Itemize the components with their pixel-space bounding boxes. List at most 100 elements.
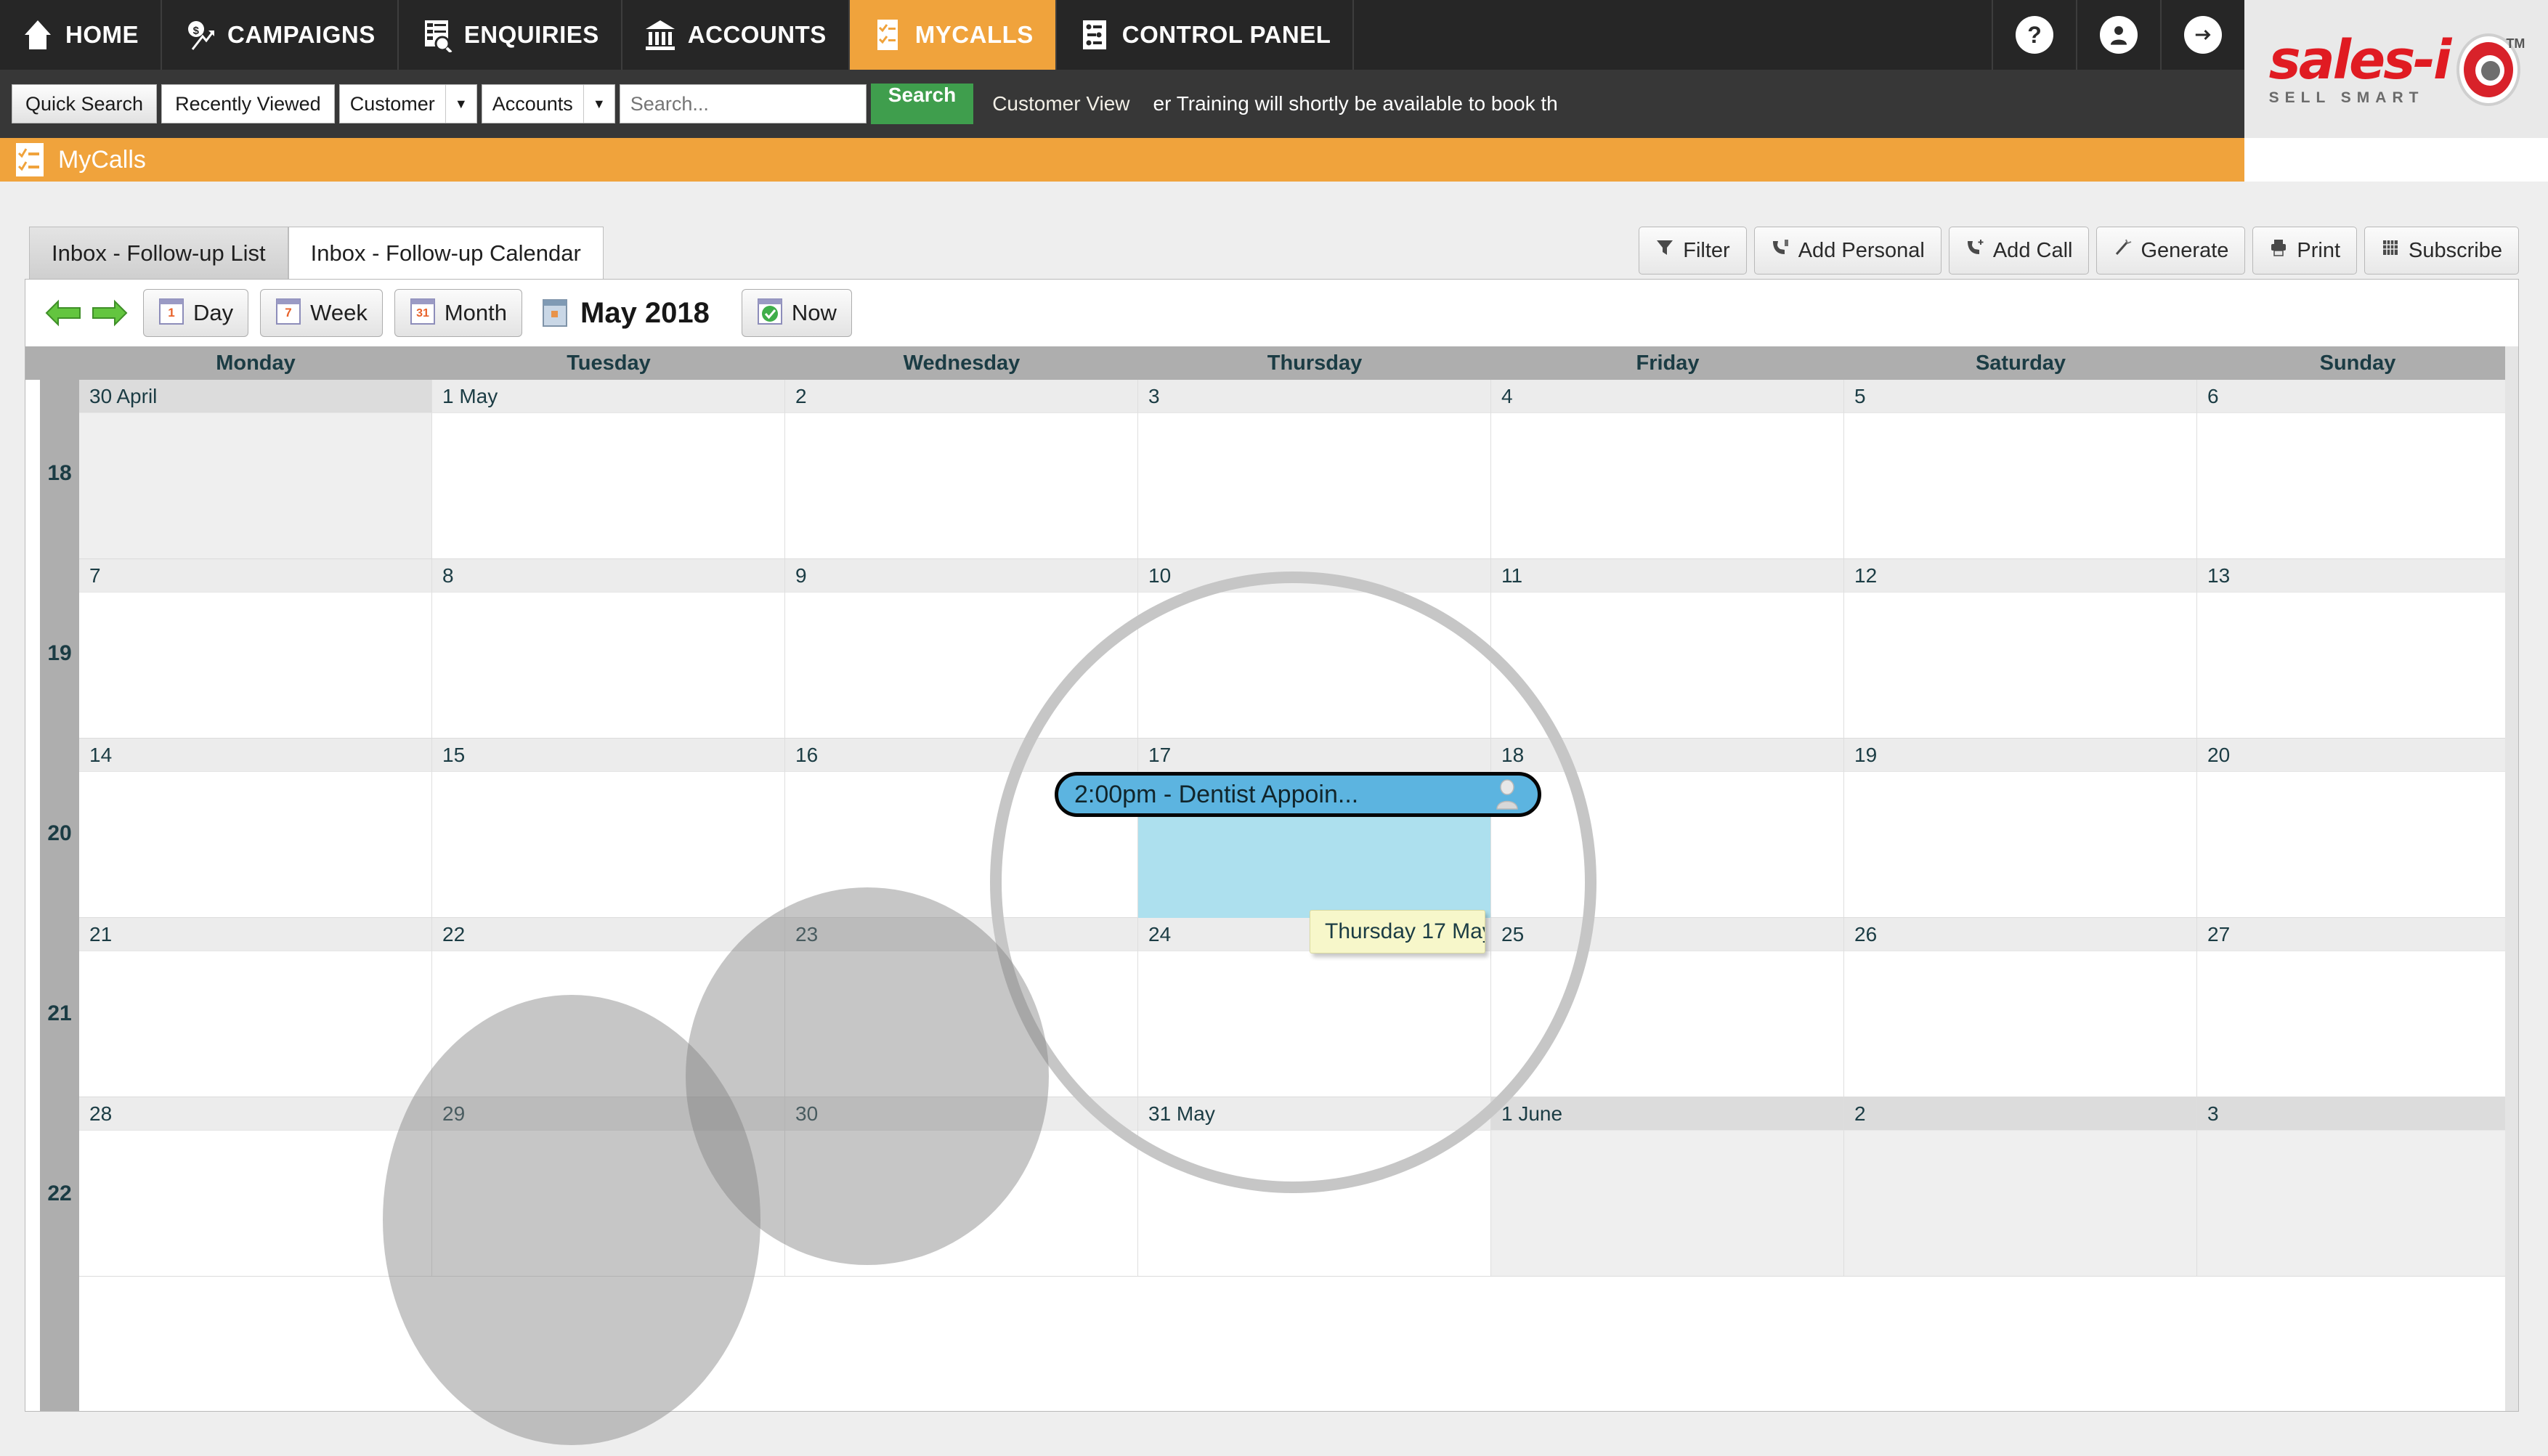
calendar-toolbar: Filter Add Personal Add Call Generate Pr… bbox=[1639, 227, 2519, 274]
date-label: 29 bbox=[432, 1097, 785, 1131]
view-day-label: Day bbox=[193, 300, 234, 325]
date-label: 12 bbox=[1844, 559, 2197, 593]
date-label: 31 May bbox=[1138, 1097, 1491, 1131]
tab-bar: Inbox - Follow-up List Inbox - Follow-up… bbox=[29, 227, 604, 279]
add-call-icon bbox=[1965, 238, 1984, 263]
nav-item-home[interactable]: HOME bbox=[0, 0, 162, 70]
next-period-button[interactable] bbox=[86, 290, 131, 335]
user-account-icon bbox=[2100, 16, 2138, 54]
search-button[interactable]: Search bbox=[870, 84, 974, 124]
weekday-header-monday: Monday bbox=[216, 351, 296, 375]
mycalls-checklist-icon bbox=[16, 143, 44, 176]
date-label: 21 bbox=[79, 918, 432, 951]
logout-button[interactable] bbox=[2160, 0, 2244, 70]
calendar-panel: 1 Day 7 Week 31 Month May 2018 Now Monda… bbox=[25, 279, 2519, 1412]
date-label: 16 bbox=[785, 739, 1138, 772]
date-label: 30 bbox=[785, 1097, 1138, 1131]
enquiries-icon bbox=[421, 17, 453, 54]
print-button[interactable]: Print bbox=[2252, 227, 2358, 274]
brand-logo-panel: sales-i SELL SMART TM bbox=[2244, 0, 2548, 138]
date-label: 30 April bbox=[79, 380, 432, 413]
week-number-20: 20 bbox=[47, 821, 72, 845]
filter-label: Filter bbox=[1683, 238, 1730, 262]
generate-button[interactable]: Generate bbox=[2096, 227, 2246, 274]
calendar-week-icon: 7 bbox=[275, 295, 301, 331]
svg-text:31: 31 bbox=[416, 307, 429, 320]
tab-followup-calendar[interactable]: Inbox - Follow-up Calendar bbox=[288, 227, 604, 279]
module-title: MyCalls bbox=[58, 145, 146, 174]
customer-type-select[interactable]: Customer ▼ bbox=[338, 84, 477, 123]
period-label: May 2018 bbox=[580, 296, 710, 329]
accounts-scope-select[interactable]: Accounts ▼ bbox=[481, 84, 615, 123]
accounts-scope-value: Accounts bbox=[492, 92, 573, 115]
user-account-button[interactable] bbox=[2076, 0, 2160, 70]
nav-label-mycalls: MYCALLS bbox=[914, 21, 1034, 48]
prev-period-button[interactable] bbox=[41, 290, 86, 335]
mycalls-icon bbox=[872, 17, 904, 52]
date-label: 17 bbox=[1138, 739, 1491, 772]
date-label: 23 bbox=[785, 918, 1138, 951]
home-icon bbox=[22, 17, 54, 52]
logo-wordmark-block: sales-i SELL SMART bbox=[2268, 28, 2452, 106]
nav-label-accounts: ACCOUNTS bbox=[687, 21, 827, 48]
filter-button[interactable]: Filter bbox=[1639, 227, 1747, 274]
accounts-icon bbox=[644, 17, 676, 52]
subscribe-label: Subscribe bbox=[2409, 238, 2502, 262]
top-right-actions: ? bbox=[1992, 0, 2244, 70]
chevron-down-icon: ▼ bbox=[445, 85, 476, 123]
generate-label: Generate bbox=[2141, 238, 2229, 262]
weekday-header-friday: Friday bbox=[1636, 351, 1700, 375]
vertical-scrollbar[interactable] bbox=[2505, 346, 2518, 1411]
event-date-tooltip: Thursday 17 May 201 bbox=[1310, 910, 1485, 953]
week-number-22: 22 bbox=[47, 1182, 72, 1205]
date-label: 3 bbox=[1138, 380, 1491, 413]
view-week-button[interactable]: 7 Week bbox=[260, 289, 383, 337]
customer-view-link[interactable]: Customer View bbox=[992, 92, 1129, 115]
quick-search-button[interactable]: Quick Search bbox=[12, 84, 158, 123]
nav-item-accounts[interactable]: ACCOUNTS bbox=[622, 0, 850, 70]
svg-text:1: 1 bbox=[168, 306, 174, 320]
date-label: 20 bbox=[2197, 739, 2518, 772]
page-content: Inbox - Follow-up List Inbox - Follow-up… bbox=[0, 182, 2548, 1456]
calendar-event-dentist-appointment[interactable]: 2:00pm - Dentist Appoin... bbox=[1055, 772, 1541, 817]
announcement-marquee: er Training will shortly be available to… bbox=[1153, 92, 1558, 115]
search-input[interactable] bbox=[619, 84, 867, 123]
period-calendar-icon bbox=[543, 299, 567, 327]
date-label: 6 bbox=[2197, 380, 2518, 413]
nav-item-enquiries[interactable]: ENQUIRIES bbox=[399, 0, 622, 70]
logo-wordmark: sales-i bbox=[2268, 28, 2452, 91]
date-label: 19 bbox=[1844, 739, 2197, 772]
date-label: 9 bbox=[785, 559, 1138, 593]
module-title-bar: MyCalls bbox=[0, 138, 2244, 182]
add-call-button[interactable]: Add Call bbox=[1948, 227, 2090, 274]
add-personal-button[interactable]: Add Personal bbox=[1753, 227, 1942, 274]
quick-search-bar: Quick Search Recently Viewed Customer ▼ … bbox=[0, 70, 2244, 138]
chevron-down-icon: ▼ bbox=[583, 85, 614, 123]
date-label: 25 bbox=[1491, 918, 1844, 951]
view-month-button[interactable]: 31 Month bbox=[394, 289, 522, 337]
date-label: 10 bbox=[1138, 559, 1491, 593]
date-label: 15 bbox=[432, 739, 785, 772]
date-label: 13 bbox=[2197, 559, 2518, 593]
now-label: Now bbox=[791, 300, 837, 325]
view-day-button[interactable]: 1 Day bbox=[143, 289, 249, 337]
nav-label-campaigns: CAMPAIGNS bbox=[227, 21, 376, 48]
nav-item-campaigns[interactable]: $ CAMPAIGNS bbox=[162, 0, 399, 70]
control-panel-icon bbox=[1079, 17, 1111, 52]
nav-item-control-panel[interactable]: CONTROL PANEL bbox=[1057, 0, 1355, 70]
svg-text:$: $ bbox=[193, 25, 200, 37]
nav-item-mycalls[interactable]: MYCALLS bbox=[849, 0, 1057, 70]
logo-tagline: SELL SMART bbox=[2268, 89, 2425, 106]
calendar-control-bar: 1 Day 7 Week 31 Month May 2018 Now bbox=[25, 280, 2518, 346]
now-button[interactable]: Now bbox=[741, 289, 852, 337]
help-icon: ? bbox=[2016, 16, 2053, 54]
add-personal-label: Add Personal bbox=[1798, 238, 1925, 262]
subscribe-button[interactable]: Subscribe bbox=[2364, 227, 2519, 274]
help-button[interactable]: ? bbox=[1992, 0, 2076, 70]
logo-eye-icon: TM bbox=[2454, 29, 2525, 109]
person-avatar-icon bbox=[1493, 778, 1522, 810]
tab-followup-list[interactable]: Inbox - Follow-up List bbox=[29, 227, 288, 279]
recently-viewed-button[interactable]: Recently Viewed bbox=[161, 84, 335, 123]
date-label: 2 bbox=[785, 380, 1138, 413]
date-label: 28 bbox=[79, 1097, 432, 1131]
